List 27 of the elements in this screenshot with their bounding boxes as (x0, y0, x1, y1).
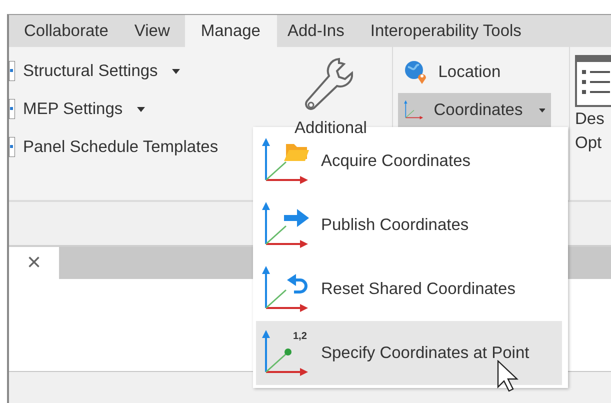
arrow-axes-icon (262, 202, 309, 250)
settings-button[interactable]: MEP Settings (23, 100, 123, 118)
settings-button[interactable]: Panel Schedule Templates (23, 138, 218, 156)
caret-icon (136, 106, 145, 112)
close-button[interactable]: × (9, 247, 59, 279)
axes-icon (404, 98, 424, 122)
design-options-label[interactable]: Opt (575, 131, 602, 155)
caret-icon (172, 68, 180, 74)
ribbon-tab[interactable]: Interoperability Tools (359, 15, 536, 47)
settings-button[interactable]: Structural Settings (23, 62, 158, 80)
location-button[interactable]: Location (398, 55, 552, 89)
globe-pin-icon (404, 60, 428, 84)
menu-item[interactable]: Reset Shared Coordinates (256, 258, 562, 322)
undo-axes-icon (262, 266, 309, 313)
ribbon-tab[interactable]: Manage (184, 15, 276, 47)
coordinate-label: 1,2 (293, 330, 307, 342)
menu-item[interactable]: Publish Coordinates (256, 194, 562, 258)
caret-icon (538, 108, 546, 112)
menu-item[interactable]: 1,2 Specify Coordinates at Point (256, 321, 562, 385)
point-axes-icon (262, 330, 309, 377)
design-options-label[interactable]: Des (575, 107, 604, 131)
coordinates-button[interactable]: Coordinates (398, 93, 552, 127)
ribbon-tab[interactable]: Add-Ins (276, 15, 360, 47)
ribbon-tab[interactable]: Collaborate (13, 15, 124, 47)
folder-axes-icon (262, 138, 309, 186)
ribbon-tab[interactable]: View (123, 15, 185, 47)
additional-settings-button[interactable]: Additional (294, 119, 367, 138)
